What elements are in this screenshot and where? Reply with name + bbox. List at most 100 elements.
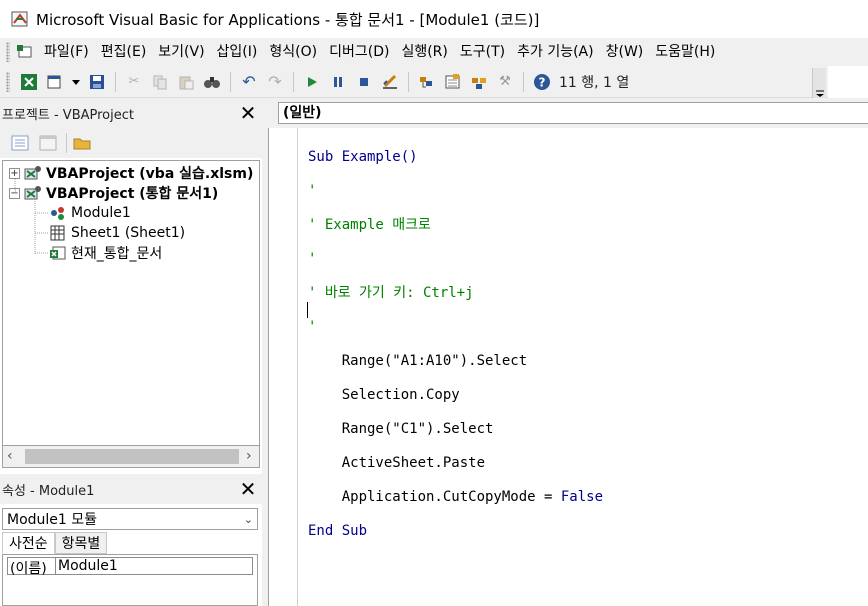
insert-dropdown-icon[interactable] [70,71,82,93]
toolbar-grip[interactable] [6,71,10,92]
properties-object-value: Module1 모듈 [7,512,98,528]
design-mode-icon[interactable] [379,71,401,93]
menu-debug[interactable]: 디버그(D) [323,40,395,64]
save-icon[interactable] [86,71,108,93]
object-dropdown[interactable]: (일반) [278,102,868,124]
menu-insert[interactable]: 삽입(I) [211,40,264,64]
menu-format[interactable]: 형식(O) [263,40,323,64]
tree-item-label: 현재_통합_문서 [71,246,163,262]
tree-item-label: Sheet1 (Sheet1) [71,225,186,241]
excel-view-icon[interactable] [16,43,34,61]
view-code-icon[interactable] [10,134,30,152]
menu-file[interactable]: 파일(F) [38,40,95,64]
toolbar-separator [293,71,294,92]
tree-item-label: Module1 [71,205,131,221]
menu-window[interactable]: 창(W) [600,40,650,64]
code-line: ActiveSheet.Paste [308,455,486,471]
code-text[interactable]: Sub Example() ' ' Example 매크로 ' ' 바로 가기 … [308,132,603,574]
code-line: Selection.Copy [308,387,460,403]
help-icon[interactable]: ? [531,71,553,93]
svg-text:?: ? [539,75,546,89]
properties-panel-title: 속성 - Module1 [2,483,95,499]
property-value[interactable]: Module1 [56,558,118,574]
cursor-position-indicator: 11 행, 1 열 [559,74,630,91]
project-tree-hscrollbar[interactable]: ‹ › [2,446,260,468]
menu-tools[interactable]: 도구(T) [454,40,511,64]
title-bar: Microsoft Visual Basic for Applications … [0,0,868,38]
run-icon[interactable] [301,71,323,93]
window-title: Microsoft Visual Basic for Applications … [36,10,540,29]
property-row[interactable]: (이름) Module1 [7,557,253,577]
reset-icon[interactable] [353,71,375,93]
menu-help[interactable]: 도움말(H) [649,40,721,64]
project-explorer-icon[interactable] [416,71,438,93]
code-line: Application.CutCopyMode = False [308,489,603,506]
code-line: ' [308,319,317,335]
menu-addins[interactable]: 추가 기능(A) [511,40,599,64]
project-toolbar-separator [66,133,67,153]
insert-module-icon[interactable] [44,71,66,93]
properties-window-icon[interactable] [442,71,464,93]
chevron-down-icon: ⌄ [243,512,253,526]
code-token: Application.CutCopyMode = [308,489,561,505]
code-editor[interactable]: Sub Example() ' ' Example 매크로 ' ' 바로 가기 … [268,128,868,606]
standard-toolbar: ✂ ↶ ↷ ⚒ ? 11 행, 1 열 [0,66,828,98]
toolbox-icon[interactable]: ⚒ [494,71,516,93]
text-cursor [307,302,308,318]
tree-item-this-workbook[interactable]: 현재_통합_문서 [49,243,162,263]
project-panel-header: 프로젝트 - VBAProject ✕ [0,98,262,128]
code-window-header: (일반) [268,98,868,128]
properties-grid: (이름) Module1 [2,554,258,606]
code-line: Range("A1:A10").Select [308,353,528,369]
properties-tabs: 사전순 항목별 [2,532,108,554]
code-line: ' 바로 가기 키: Ctrl+j [308,285,474,301]
close-icon[interactable]: ✕ [236,101,260,125]
toolbar-separator [408,71,409,92]
tab-alphabetic[interactable]: 사전순 [2,532,55,554]
toolbar-separator [230,71,231,92]
scroll-left-icon[interactable]: ‹ [7,448,13,464]
close-icon[interactable]: ✕ [236,477,260,501]
code-line: ' [308,251,317,267]
properties-panel-header: 속성 - Module1 ✕ [0,474,262,504]
vba-app-icon [10,9,30,29]
code-line: ' Example 매크로 [308,217,431,233]
code-margin-indicator [297,128,298,606]
toggle-folders-icon[interactable] [72,134,92,152]
redo-icon[interactable]: ↷ [264,71,286,93]
scroll-thumb[interactable] [25,449,239,464]
properties-object-select[interactable]: Module1 모듈 ⌄ [2,508,258,530]
code-line: Sub Example() [308,149,418,165]
view-excel-icon[interactable] [18,71,40,93]
break-icon[interactable] [327,71,349,93]
toolbar-separator [115,71,116,92]
toolbar-separator [523,71,524,92]
paste-icon[interactable] [175,71,197,93]
project-toolbar [0,128,262,158]
menu-bar: 파일(F) 편집(E) 보기(V) 삽입(I) 형식(O) 디버그(D) 실행(… [0,38,868,66]
menu-grip[interactable] [6,42,10,62]
tab-categorized[interactable]: 항목별 [54,532,108,554]
copy-icon[interactable] [149,71,171,93]
tree-item-label: VBAProject (통합 문서1) [46,186,219,202]
tree-item-sheet1[interactable]: Sheet1 (Sheet1) [49,223,185,243]
property-name: (이름) [8,558,56,577]
menu-run[interactable]: 실행(R) [395,40,453,64]
code-keyword: False [560,489,604,505]
project-panel-title: 프로젝트 - VBAProject [2,107,134,123]
code-line: ' [308,183,317,199]
tree-item-label: VBAProject (vba 실습.xlsm) [46,166,254,182]
undo-icon[interactable]: ↶ [238,71,260,93]
object-browser-icon[interactable] [468,71,490,93]
menu-edit[interactable]: 편집(E) [95,40,153,64]
menu-view[interactable]: 보기(V) [152,40,210,64]
project-tree[interactable]: + VBAProject (vba 실습.xlsm) − VBAProject … [2,160,260,446]
cut-icon[interactable]: ✂ [123,71,145,93]
find-icon[interactable] [201,71,223,93]
scroll-right-icon[interactable]: › [246,448,252,464]
view-object-icon[interactable] [38,134,58,152]
code-line: End Sub [308,523,368,539]
code-line: Range("C1").Select [308,421,494,437]
tree-connector-lines [14,179,49,255]
toolbar-overflow-button[interactable] [812,68,826,98]
